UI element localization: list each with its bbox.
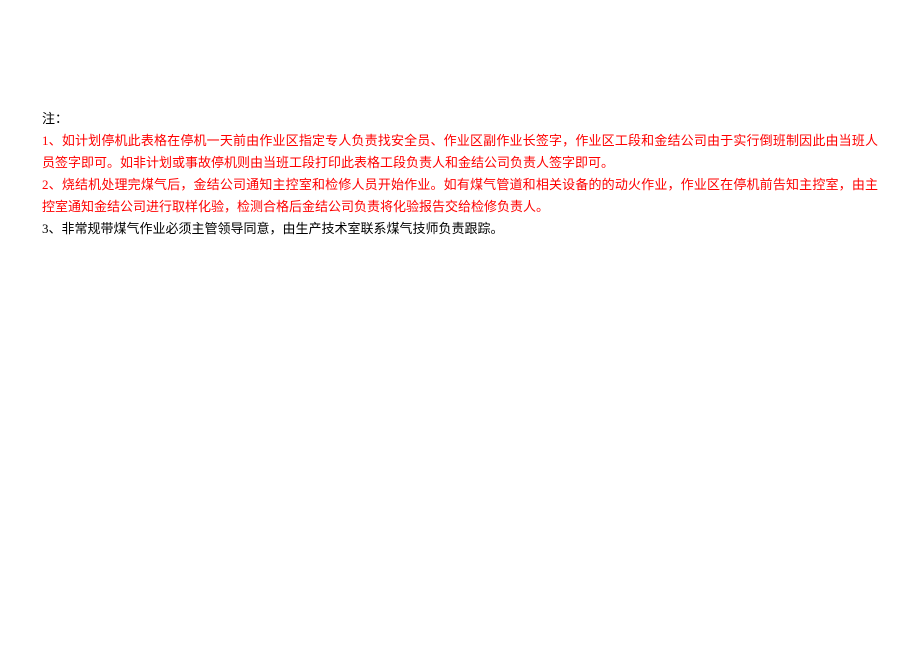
document-content: 注： 1、如计划停机此表格在停机一天前由作业区指定专人负责找安全员、作业区副作业… <box>0 0 920 241</box>
note-item-3: 3、非常规带煤气作业必须主管领导同意，由生产技术室联系煤气技师负责跟踪。 <box>42 218 878 240</box>
notes-heading: 注： <box>42 108 878 130</box>
note-item-1: 1、如计划停机此表格在停机一天前由作业区指定专人负责找安全员、作业区副作业长签字… <box>42 130 878 174</box>
note-item-2: 2、烧结机处理完煤气后，金结公司通知主控室和检修人员开始作业。如有煤气管道和相关… <box>42 174 878 218</box>
